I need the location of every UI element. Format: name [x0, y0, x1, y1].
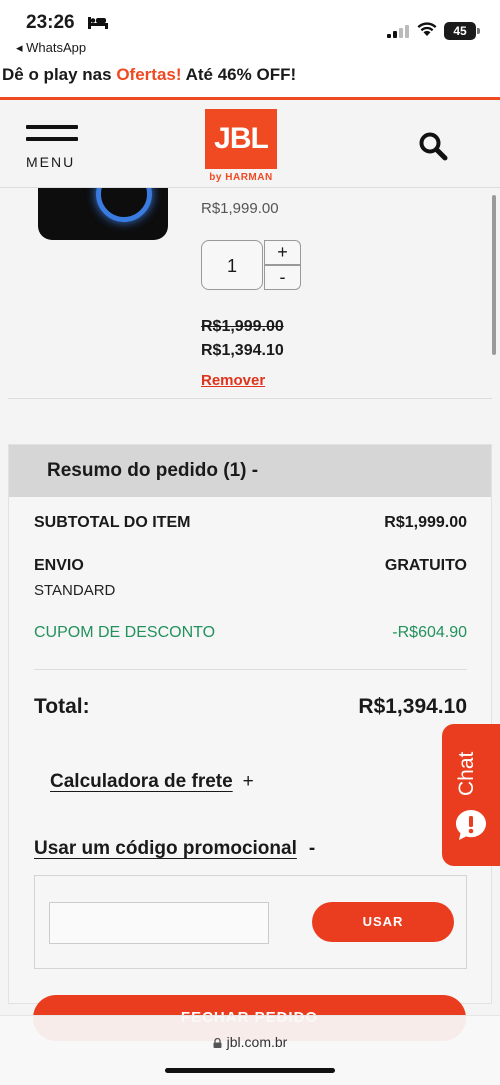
browser-address-bar: jbl.com.br [0, 1015, 500, 1085]
hamburger-icon-bar [26, 137, 78, 141]
chat-bubble-icon [456, 810, 486, 840]
subtotal-label: SUBTOTAL DO ITEM [34, 514, 191, 531]
summary-divider [34, 669, 467, 670]
promo-prefix: Dê o play nas [2, 65, 117, 84]
subtotal-value: R$1,999.00 [384, 514, 467, 531]
back-to-app-link[interactable]: ◂ WhatsApp [16, 40, 86, 56]
logo-mark: JBL [205, 109, 277, 169]
discounted-price: R$1,394.10 [201, 342, 284, 359]
promo-highlight: Ofertas! [116, 65, 182, 84]
promo-suffix: Até 46% OFF! [181, 65, 297, 84]
shipping-label: ENVIO [34, 557, 84, 574]
order-summary: Resumo do pedido (1) - SUBTOTAL DO ITEM … [8, 444, 492, 1004]
promo-code-panel: USAR [34, 875, 467, 969]
chat-label: Chat [455, 751, 478, 796]
promo-banner[interactable]: Dê o play nas Ofertas! Até 46% OFF! [0, 60, 500, 100]
remove-item-link[interactable]: Remover [201, 372, 265, 389]
expand-icon: + [242, 771, 254, 792]
discount-label: CUPOM DE DESCONTO [34, 624, 216, 641]
original-price: R$1,999.00 [201, 318, 284, 335]
bed-icon [88, 17, 108, 29]
collapse-icon: - [308, 838, 316, 859]
shipping-calculator-label: Calculadora de frete [50, 771, 233, 792]
total-label: Total: [34, 695, 90, 718]
url-text: jbl.com.br [226, 1034, 288, 1050]
hamburger-icon [26, 125, 78, 129]
lock-icon [213, 1038, 222, 1048]
total-value: R$1,394.10 [358, 695, 467, 718]
promo-code-label: Usar um código promocional [34, 838, 297, 859]
url-field[interactable]: jbl.com.br [0, 1034, 500, 1050]
logo-subtitle: by HARMAN [209, 172, 273, 183]
battery-indicator: 45 [444, 22, 480, 40]
quantity-increase-button[interactable]: + [264, 240, 301, 265]
screen: 23:26 ◂ WhatsApp 45 Dê o play nas Oferta… [0, 0, 500, 1085]
shipping-calculator-toggle[interactable]: Calculadora de frete + [50, 771, 254, 793]
product-image [38, 188, 168, 240]
wifi-icon [417, 22, 437, 36]
signal-icon [387, 25, 409, 38]
menu-label: MENU [26, 154, 76, 170]
divider [8, 398, 492, 399]
status-bar: 23:26 ◂ WhatsApp 45 [0, 0, 500, 60]
speaker-light-ring [96, 188, 152, 222]
discount-value: -R$604.90 [392, 624, 467, 641]
shipping-method: STANDARD [34, 582, 116, 599]
search-icon[interactable] [418, 131, 448, 161]
unit-price: R$1,999.00 [201, 200, 279, 217]
promo-code-toggle[interactable]: Usar um código promocional - [34, 838, 315, 860]
chat-widget-tab[interactable]: Chat [442, 724, 500, 866]
apply-promo-button[interactable]: USAR [312, 902, 454, 942]
quantity-field[interactable]: 1 [201, 240, 263, 290]
promo-code-input[interactable] [49, 902, 269, 944]
site-header: MENU JBL by HARMAN [0, 103, 500, 188]
order-summary-header[interactable]: Resumo do pedido (1) - [9, 445, 491, 497]
jbl-logo[interactable]: JBL by HARMAN [205, 109, 277, 185]
page-scrollbar[interactable] [492, 195, 496, 355]
home-indicator[interactable] [165, 1068, 335, 1073]
quantity-decrease-button[interactable]: - [264, 265, 301, 290]
status-time: 23:26 [26, 12, 75, 33]
shipping-value: GRATUITO [384, 557, 467, 574]
